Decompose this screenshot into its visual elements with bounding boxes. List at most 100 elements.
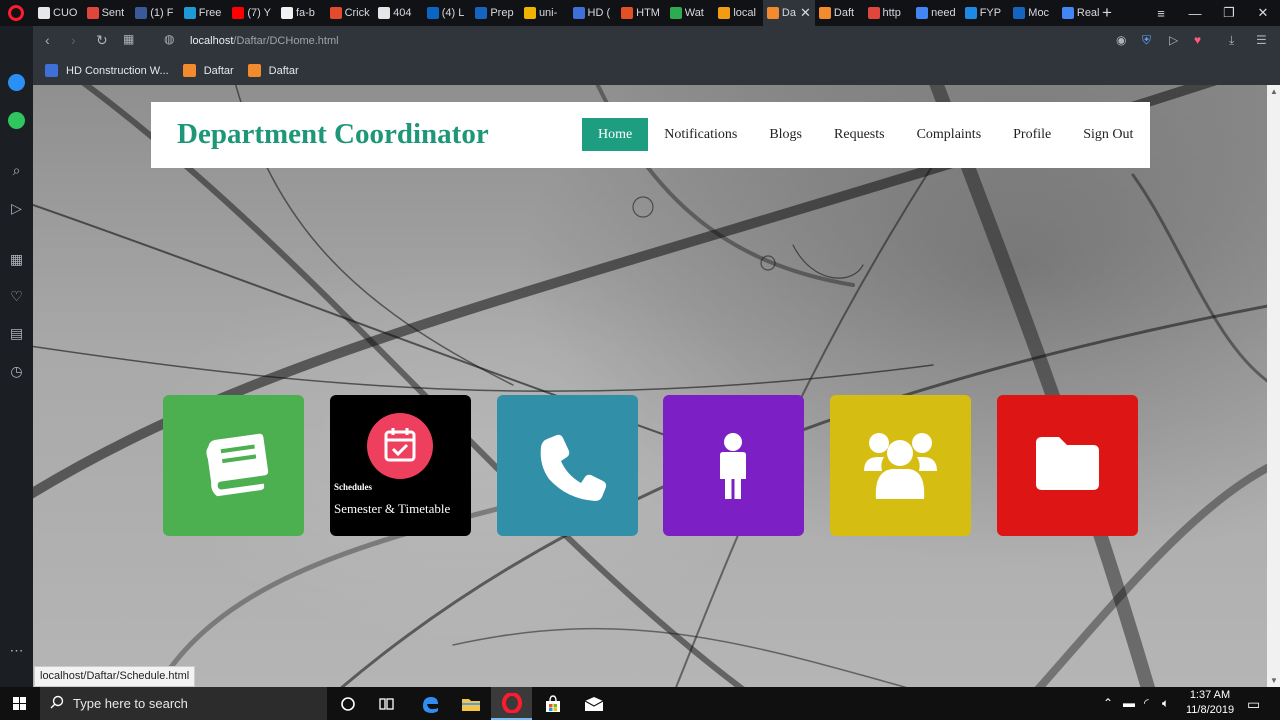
browser-tab[interactable]: HTM [617,0,666,26]
clock-date[interactable]: 11/8/2019 [1186,704,1234,716]
scroll-down-icon[interactable]: ▼ [1270,676,1278,685]
browser-tab[interactable]: Sent [83,0,132,26]
back-icon[interactable]: ‹ [45,32,50,48]
nav-home[interactable]: Home [582,118,649,151]
browser-tab-bar: CUO Sent (1) F Free (7) Y fa-b Crick 404 (4) L Pr… [0,0,1280,26]
adblock-shield-icon[interactable]: ⛨ [1142,33,1151,48]
minimize-button[interactable]: — [1178,0,1212,26]
tab-favicon-icon [669,7,682,19]
tab-favicon-icon [86,7,99,19]
file-explorer-icon[interactable] [450,687,491,720]
close-window-button[interactable]: ✕ [1246,0,1280,26]
tab-menu-icon[interactable]: ≡ [1144,0,1178,26]
browser-tab[interactable]: (4) L [423,0,472,26]
nav-complaints[interactable]: Complaints [901,118,998,151]
browser-tab[interactable]: 404 [374,0,423,26]
tile-users[interactable] [830,395,971,536]
opera-menu-icon[interactable] [8,5,24,21]
browser-tab[interactable]: Prep [471,0,520,26]
tab-grid-icon[interactable]: ▦ [123,32,134,46]
reload-icon[interactable]: ↻ [96,32,108,49]
bookmark-label: Daftar [203,64,234,77]
send-icon[interactable]: ▷ [1169,33,1178,47]
browser-tab[interactable]: uni- [520,0,569,26]
bookmark-favicon-icon [45,64,58,77]
battery-icon[interactable]: ▬ [1123,696,1135,710]
nav-notifications[interactable]: Notifications [648,118,753,151]
mail-icon[interactable] [573,687,614,720]
messenger-icon[interactable] [8,74,25,91]
page-scrollbar[interactable]: ▲ ▼ [1267,85,1280,687]
tab-favicon-icon [232,7,245,19]
heart-icon[interactable]: ♥ [1194,33,1201,47]
task-view-icon[interactable] [366,687,407,720]
restore-button[interactable]: ❐ [1212,0,1246,26]
nav-blogs[interactable]: Blogs [753,118,818,151]
scroll-up-icon[interactable]: ▲ [1270,87,1278,96]
browser-tab[interactable]: Real [1058,0,1107,26]
browser-tab[interactable]: FYP [961,0,1010,26]
browser-tab[interactable]: need [912,0,961,26]
edge-icon[interactable] [409,687,450,720]
volume-icon[interactable]: 🔈︎ [1162,696,1169,711]
tab-favicon-icon [572,7,585,19]
news-icon[interactable]: ▤ [8,325,25,342]
tile-profile[interactable] [663,395,804,536]
calendar-badge [367,413,433,479]
download-icon[interactable]: ⤓ [1229,33,1234,48]
browser-tab[interactable]: (1) F [131,0,180,26]
bookmarks-heart-icon[interactable]: ♡ [8,288,25,305]
tile-contact[interactable] [497,395,638,536]
forward-icon[interactable]: › [71,32,76,48]
tab-favicon-icon [38,7,50,19]
history-clock-icon[interactable]: ◷ [8,363,25,380]
tab-favicon-icon [329,7,342,19]
browser-tab[interactable]: CUO [34,0,83,26]
bookmark-item[interactable]: Daftar [182,64,234,77]
nav-profile[interactable]: Profile [997,118,1067,151]
tab-favicon-icon [964,7,977,19]
browser-tab[interactable]: Free [180,0,229,26]
start-button[interactable] [0,687,40,720]
new-tab-button[interactable]: + [1102,3,1112,23]
bookmark-label: Daftar [268,64,299,77]
tile-schedules[interactable]: Schedules Semester & Timetable [330,395,471,536]
flow-send-icon[interactable]: ▷ [8,200,25,217]
bookmark-item[interactable]: Daftar [247,64,299,77]
browser-tab[interactable]: Crick [326,0,375,26]
browser-tab[interactable]: Wat [666,0,715,26]
users-icon [864,433,937,499]
browser-tab[interactable]: Daft [815,0,864,26]
tab-favicon-icon [818,7,831,19]
taskbar-search-box[interactable]: Type here to search [40,687,327,720]
browser-tab[interactable]: http [864,0,913,26]
close-tab-icon[interactable]: ✕ [800,5,811,21]
notifications-icon[interactable]: ▭ [1247,696,1260,713]
cortana-icon[interactable] [327,687,368,720]
tile-files[interactable] [997,395,1138,536]
nav-sign-out[interactable]: Sign Out [1067,118,1149,151]
search-icon[interactable]: ⌕ [8,162,25,179]
speed-dial-icon[interactable]: ▦ [8,251,25,268]
camera-icon[interactable]: ◉ [1116,33,1126,47]
bookmark-label: HD Construction W... [66,64,169,77]
opera-taskbar-icon[interactable] [491,687,532,720]
url-field[interactable]: localhost/Daftar/DCHome.html [190,35,339,47]
easy-setup-icon[interactable]: ☰ [1256,33,1267,47]
bookmark-item[interactable]: HD Construction W... [45,64,169,77]
browser-tab[interactable]: (7) Y [228,0,277,26]
browser-tab[interactable]: local [714,0,763,26]
whatsapp-icon[interactable] [8,112,25,129]
wifi-icon[interactable]: ◜ [1144,696,1149,710]
show-hidden-icons-chevron[interactable]: ⌃ [1103,696,1113,710]
clock-time[interactable]: 1:37 AM [1186,689,1234,701]
more-icon[interactable]: ⋯ [8,642,25,659]
browser-tab[interactable]: Da ✕ [762,0,815,26]
bookmark-favicon-icon [247,64,261,77]
browser-tab[interactable]: HD ( [569,0,618,26]
browser-tab[interactable]: fa-b [277,0,326,26]
tile-books[interactable] [163,395,304,536]
nav-requests[interactable]: Requests [818,118,901,151]
store-icon[interactable] [532,687,573,720]
browser-tab[interactable]: Moc [1009,0,1058,26]
